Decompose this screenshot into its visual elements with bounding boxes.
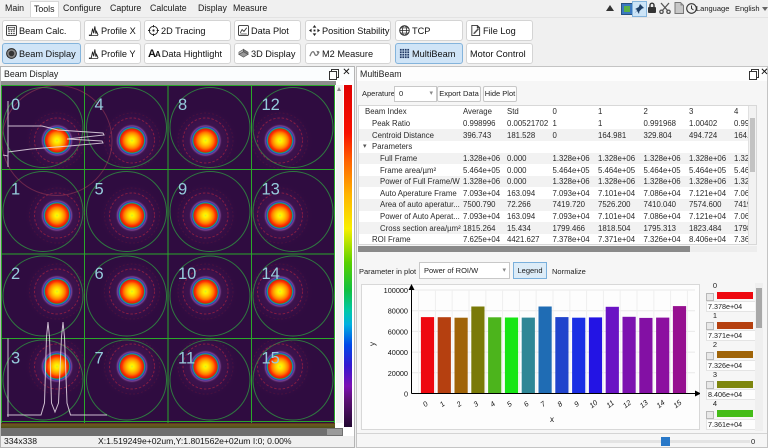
- svg-text:60000: 60000: [388, 327, 408, 336]
- svg-text:0: 0: [404, 390, 408, 399]
- svg-text:12: 12: [262, 96, 280, 114]
- svg-text:80000: 80000: [388, 307, 408, 316]
- svg-text:y: y: [368, 342, 377, 346]
- svg-text:9: 9: [178, 181, 187, 199]
- svg-text:0: 0: [11, 96, 20, 114]
- svg-text:1: 1: [11, 181, 20, 199]
- svg-text:x: x: [550, 415, 554, 424]
- svg-text:10: 10: [178, 265, 196, 283]
- svg-text:2: 2: [11, 265, 20, 283]
- svg-text:8: 8: [178, 96, 187, 114]
- svg-text:5: 5: [95, 181, 104, 199]
- svg-text:7: 7: [95, 350, 104, 368]
- svg-text:6: 6: [95, 265, 104, 283]
- svg-text:14: 14: [262, 265, 280, 283]
- svg-text:15: 15: [262, 350, 280, 368]
- svg-text:13: 13: [262, 181, 280, 199]
- svg-text:3: 3: [11, 350, 20, 368]
- svg-text:100000: 100000: [384, 286, 408, 295]
- svg-text:40000: 40000: [388, 348, 408, 357]
- svg-text:20000: 20000: [388, 369, 408, 378]
- svg-text:11: 11: [178, 350, 195, 368]
- svg-text:4: 4: [95, 96, 104, 114]
